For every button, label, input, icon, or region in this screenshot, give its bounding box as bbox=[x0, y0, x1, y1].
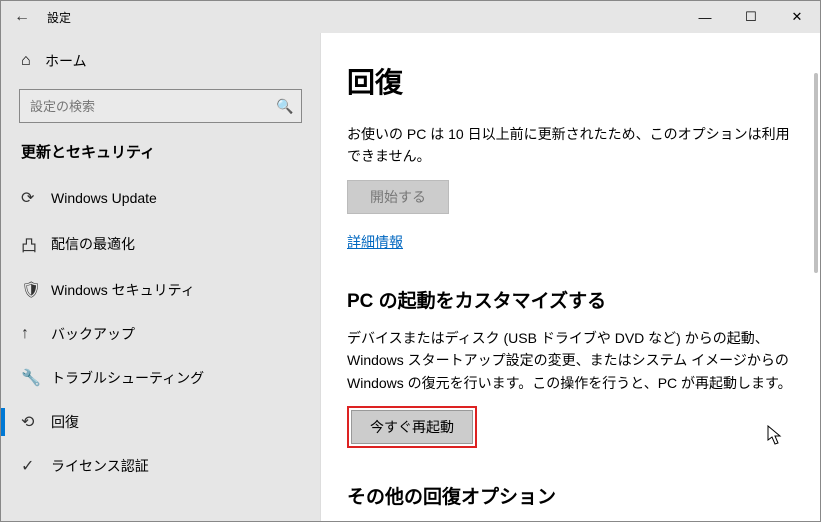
minimize-button[interactable]: — bbox=[682, 1, 728, 33]
search-box[interactable]: 🔍 bbox=[19, 89, 302, 123]
sidebar-item-label: バックアップ bbox=[51, 324, 135, 344]
wrench-icon: 🔧 bbox=[21, 368, 51, 388]
shield-icon: 🛡 bbox=[21, 280, 51, 300]
sidebar-item-label: Windows Update bbox=[51, 190, 157, 206]
back-button[interactable]: ← bbox=[1, 8, 43, 26]
recovery-icon: ⟲ bbox=[21, 412, 51, 432]
section-title: 更新とセキュリティ bbox=[1, 135, 320, 176]
maximize-button[interactable]: ☐ bbox=[728, 1, 774, 33]
home-label: ホーム bbox=[45, 51, 87, 71]
window-title: 設定 bbox=[43, 9, 71, 26]
sidebar-item-label: 回復 bbox=[51, 412, 79, 432]
home-icon: ⌂ bbox=[21, 52, 45, 70]
search-input[interactable] bbox=[20, 99, 269, 114]
home-link[interactable]: ⌂ ホーム bbox=[1, 43, 320, 79]
start-button: 開始する bbox=[347, 180, 449, 214]
sync-icon: ⟳ bbox=[21, 188, 51, 208]
sidebar-item-windows-update[interactable]: ⟳ Windows Update bbox=[1, 176, 320, 220]
highlight-box: 今すぐ再起動 bbox=[347, 406, 477, 448]
customize-startup-text: デバイスまたはディスク (USB ドライブや DVD など) からの起動、Win… bbox=[347, 327, 794, 394]
check-icon: ✓ bbox=[21, 456, 51, 476]
backup-icon: ↑ bbox=[21, 325, 51, 343]
sidebar-item-backup[interactable]: ↑ バックアップ bbox=[1, 312, 320, 356]
sidebar-item-label: トラブルシューティング bbox=[51, 368, 204, 388]
customize-startup-heading: PC の起動をカスタマイズする bbox=[347, 286, 794, 313]
sidebar-item-label: ライセンス認証 bbox=[51, 456, 149, 476]
sidebar-item-windows-security[interactable]: 🛡 Windows セキュリティ bbox=[1, 268, 320, 312]
delivery-icon: 凸 bbox=[21, 232, 51, 256]
other-recovery-heading: その他の回復オプション bbox=[347, 482, 794, 509]
recovery-unavailable-text: お使いの PC は 10 日以上前に更新されたため、このオプションは利用できませ… bbox=[347, 123, 794, 168]
sidebar-item-delivery-optimization[interactable]: 凸 配信の最適化 bbox=[1, 220, 320, 268]
page-title: 回復 bbox=[347, 61, 794, 101]
titlebar: ← 設定 — ☐ ✕ bbox=[1, 1, 820, 33]
restart-now-button[interactable]: 今すぐ再起動 bbox=[351, 410, 473, 444]
sidebar: ⌂ ホーム 🔍 更新とセキュリティ ⟳ Windows Update 凸 配信の… bbox=[1, 33, 321, 521]
sidebar-item-activation[interactable]: ✓ ライセンス認証 bbox=[1, 444, 320, 488]
search-icon: 🔍 bbox=[269, 98, 301, 115]
more-info-link[interactable]: 詳細情報 bbox=[347, 232, 403, 252]
content: 回復 お使いの PC は 10 日以上前に更新されたため、このオプションは利用で… bbox=[321, 33, 820, 521]
sidebar-item-label: Windows セキュリティ bbox=[51, 280, 195, 300]
sidebar-item-recovery[interactable]: ⟲ 回復 bbox=[1, 400, 320, 444]
close-button[interactable]: ✕ bbox=[774, 1, 820, 33]
sidebar-item-label: 配信の最適化 bbox=[51, 234, 135, 254]
scrollbar[interactable] bbox=[814, 73, 818, 273]
sidebar-item-troubleshoot[interactable]: 🔧 トラブルシューティング bbox=[1, 356, 320, 400]
cursor-icon bbox=[767, 425, 785, 447]
